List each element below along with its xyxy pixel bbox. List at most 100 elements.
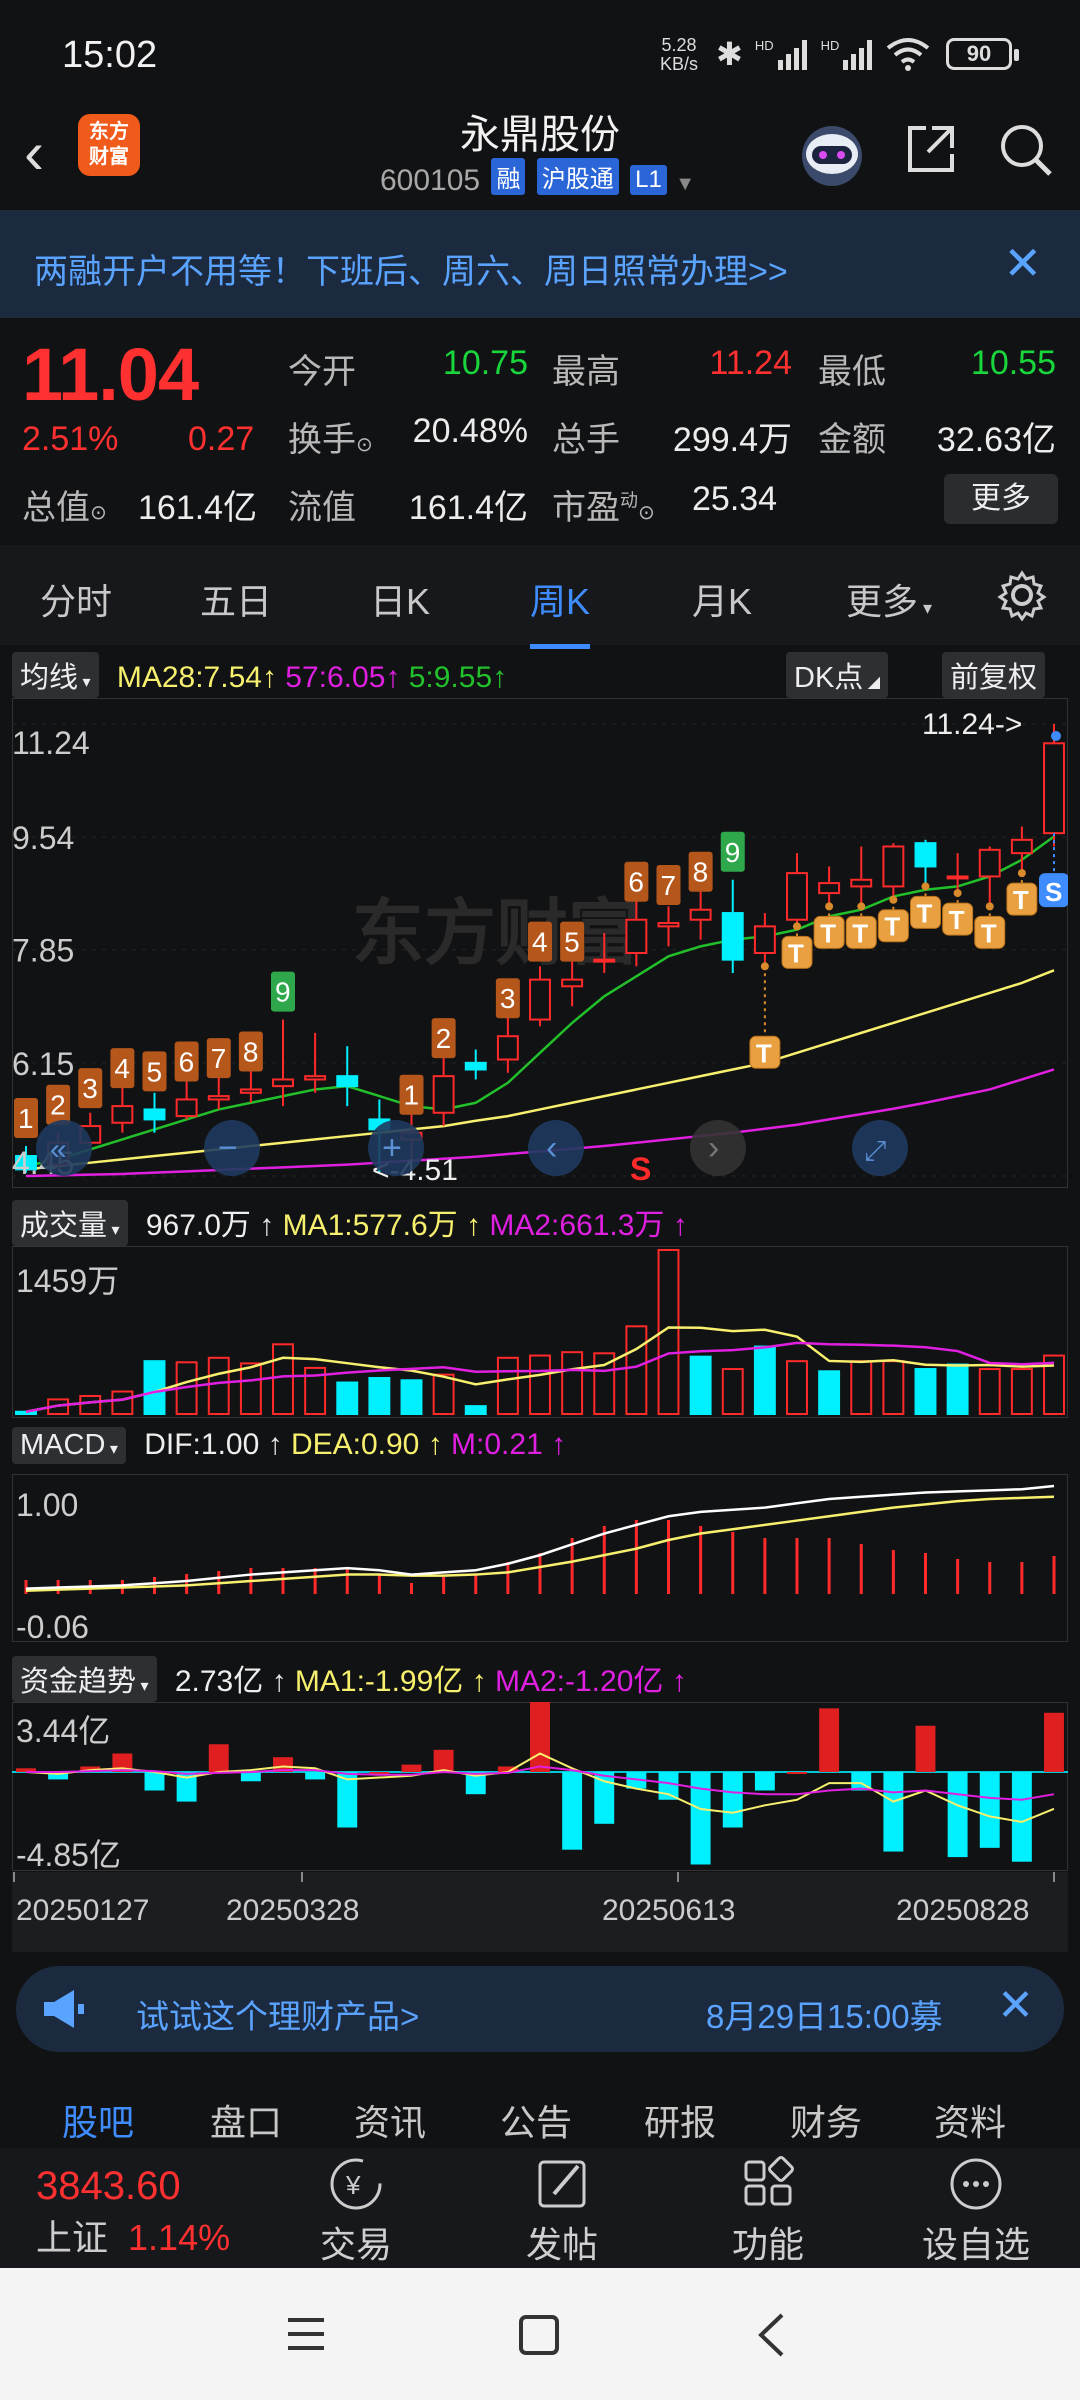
macd-chart[interactable]: 1.00 -0.06 [12, 1474, 1068, 1642]
post-button[interactable]: 发帖 [492, 2154, 632, 2268]
td-count-label: 8 [243, 1036, 259, 1067]
fund-axis-top: 3.44亿 [16, 1713, 110, 1749]
fund-bar [530, 1702, 550, 1772]
stock-subtitle[interactable]: 600105 融 沪股通 L1 ▼ [380, 158, 695, 198]
t-signal-dot [760, 962, 769, 971]
tab-announcements[interactable]: 公告 [500, 2094, 572, 2146]
fund-selector[interactable]: 资金趋势 ▾ [12, 1656, 157, 1702]
dk-selector[interactable]: DK点 ◢ [786, 652, 889, 698]
function-button[interactable]: 功能 [698, 2154, 838, 2268]
macd-axis-bottom: -0.06 [16, 1609, 89, 1642]
volume-chart[interactable]: 1459万 [12, 1246, 1068, 1418]
close-icon[interactable]: ✕ [1003, 236, 1042, 290]
volume-selector[interactable]: 成交量 ▾ [12, 1200, 128, 1246]
tab-orderbook[interactable]: 盘口 [210, 2094, 282, 2146]
volume-ma2: MA2:661.3万 [489, 1209, 665, 1242]
tab-more[interactable]: 更多 ▾ [846, 573, 932, 625]
macd-selector-label: MACD [20, 1429, 106, 1461]
search-icon[interactable] [996, 120, 1056, 180]
ma-indicator-row: 均线 ▾ MA28:7.54↑ 57:6.05↑ 5:9.55↑ [12, 652, 507, 698]
bluetooth-icon: ✱ [716, 36, 743, 72]
date-label: 20250127 [16, 1894, 149, 1927]
tab-monthly-k[interactable]: 月K [692, 573, 752, 625]
signal-2-icon: HD [821, 38, 873, 70]
turnover-label-text: 换手 [288, 421, 356, 459]
caret-down-icon: ▾ [78, 674, 91, 691]
tab-daily-k[interactable]: 日K [370, 573, 430, 625]
up-arrow-icon: ↑ [457, 1209, 490, 1242]
volume-bar [400, 1379, 423, 1415]
td-count-label: 4 [114, 1053, 130, 1084]
product-ad-bar[interactable]: 试试这个理财产品> 8月29日15:00募 ✕ [16, 1966, 1064, 2052]
volume-bar [850, 1360, 873, 1416]
tab-intraday[interactable]: 分时 [40, 573, 112, 625]
volume-indicator-row: 成交量 ▾ 967.0万 ↑ MA1:577.6万 ↑ MA2:661.3万 ↑ [12, 1200, 688, 1246]
menu-icon[interactable] [286, 2314, 326, 2354]
macd-dea: DEA:0.90 [290, 1428, 420, 1461]
kline-chart[interactable]: 东方财富 1 234 5 6 7 891234 56 7 89 TTT T T T T TT S 11.24… [12, 698, 1068, 1188]
ad-text[interactable]: 试试这个理财产品> [136, 1990, 419, 2038]
fund-bar [787, 1772, 807, 1774]
td-count-label: 5 [147, 1056, 163, 1087]
edit-icon [538, 2160, 586, 2208]
max-dot [1051, 731, 1061, 741]
index-widget[interactable]: 3843.60 上证 1.14% [36, 2164, 230, 2261]
volume-bar [239, 1362, 262, 1416]
macd-m: M:0.21 [451, 1428, 543, 1461]
tab-news[interactable]: 资讯 [354, 2094, 426, 2146]
td-count-label: 5 [564, 927, 580, 958]
volume-bar [336, 1381, 359, 1415]
fund-bar [947, 1772, 968, 1858]
adjust-selector[interactable]: 前复权 [942, 652, 1046, 698]
tab-forum[interactable]: 股吧 [62, 2094, 134, 2146]
banner-text[interactable]: 两融开户不用等！下班后、周六、周日照常办理>> [34, 244, 788, 293]
candle-body [850, 878, 873, 888]
ma28-value: MA28:7.54 [116, 661, 262, 694]
tab-research[interactable]: 研报 [644, 2094, 716, 2146]
t-signal-dot [857, 902, 866, 911]
tab-profile[interactable]: 资料 [934, 2094, 1006, 2146]
t-signal-label: T [788, 938, 804, 968]
add-watchlist-button[interactable]: 设自选 [906, 2154, 1046, 2268]
high-label: 最高 [552, 353, 620, 391]
pe-label-text: 市盈 [552, 489, 620, 527]
status-bar: 15:02 5.28 KB/s ✱ HD HD 90 [0, 0, 1080, 100]
chevron-right-icon: › [708, 1129, 719, 1167]
fund-bar [144, 1772, 165, 1791]
close-icon[interactable]: ✕ [997, 1980, 1034, 2031]
tab-weekly-k[interactable]: 周K [530, 573, 591, 649]
fund-indicator-row: 资金趋势 ▾ 2.73亿 ↑ MA1:-1.99亿 ↑ MA2:-1.20亿 ↑ [12, 1656, 687, 1702]
stock-header: ‹ 东方 财富 永鼎股份 600105 融 沪股通 L1 ▼ [0, 100, 1080, 210]
change-value: 0.27 [188, 420, 255, 458]
tab-more-label: 更多 [846, 581, 919, 622]
robot-assistant-icon[interactable] [796, 118, 868, 190]
gear-icon[interactable] [996, 569, 1048, 621]
fund-trend-chart[interactable]: 3.44亿 -4.85亿 20250127 20250328 20250613 … [12, 1702, 1068, 1952]
tab-five-day[interactable]: 五日 [200, 573, 272, 625]
macd-selector[interactable]: MACD ▾ [12, 1427, 126, 1464]
mktcap-label-text: 总值 [22, 489, 90, 527]
pe-value: 25.34 [692, 480, 778, 518]
volume-bar [561, 1351, 584, 1415]
volume-bar [625, 1325, 648, 1415]
info-icon[interactable]: ⊙ [90, 502, 107, 524]
trade-button[interactable]: ¥ 交易 [286, 2154, 426, 2268]
back-nav-icon[interactable] [756, 2312, 786, 2358]
info-icon[interactable]: ⊙ [356, 434, 373, 456]
current-price: 11.04 [22, 333, 199, 416]
volume-bar [111, 1390, 134, 1415]
share-icon[interactable] [902, 120, 960, 178]
volume-bar [818, 1370, 841, 1415]
grid-icon [744, 2156, 794, 2206]
amount-label: 金额 [818, 421, 886, 459]
info-icon[interactable]: ⊙ [638, 502, 655, 524]
t-signal-label: T [884, 912, 900, 942]
fund-bar [658, 1772, 679, 1800]
home-icon[interactable] [518, 2314, 560, 2356]
promo-banner[interactable]: 两融开户不用等！下班后、周六、周日照常办理>> ✕ [0, 210, 1080, 318]
ma-selector[interactable]: 均线 ▾ [12, 652, 99, 698]
more-button[interactable]: 更多 [944, 474, 1058, 524]
fund-bar [305, 1772, 326, 1780]
tab-financials[interactable]: 财务 [790, 2094, 862, 2146]
up-arrow-icon: ↑ [419, 1428, 452, 1461]
